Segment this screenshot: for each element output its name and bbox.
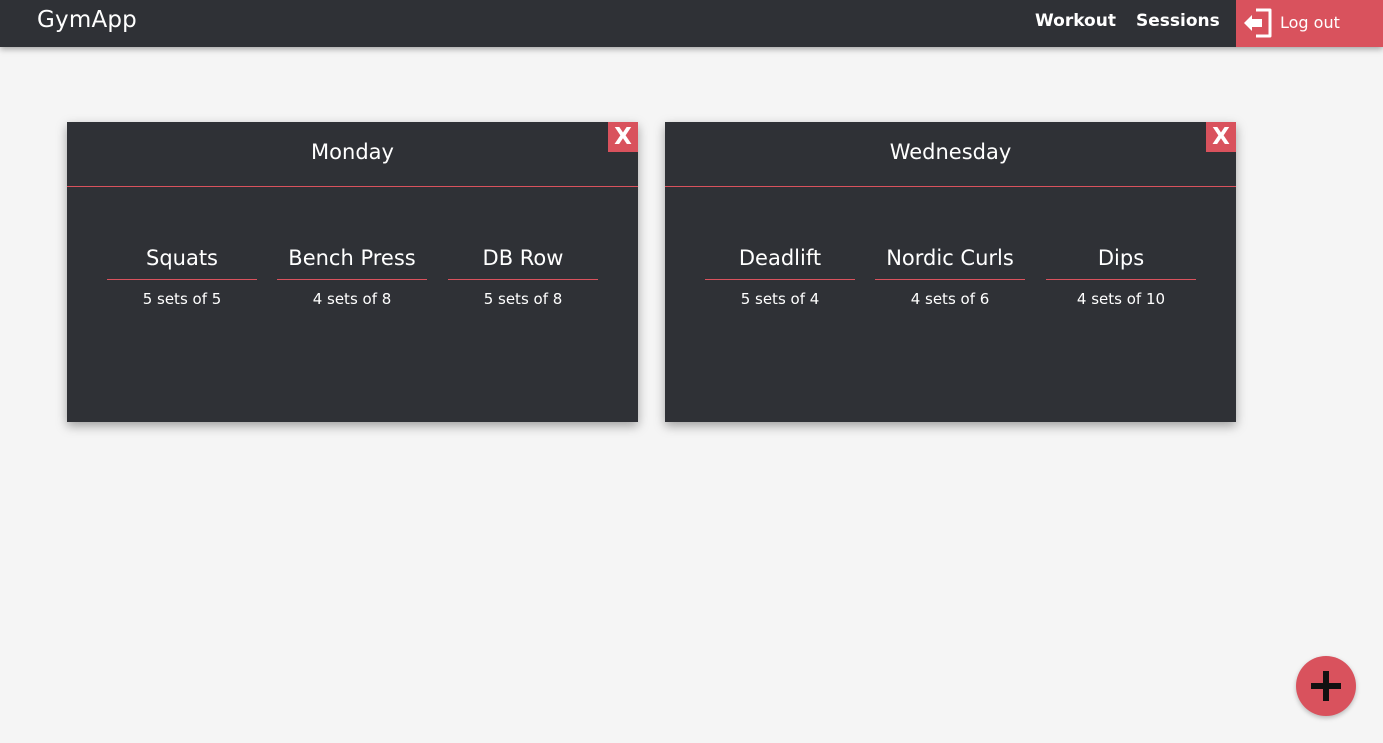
- workout-card-wednesday: Wednesday X Deadlift 5 sets of 4 Nordic …: [665, 122, 1236, 422]
- exercise-sets: 4 sets of 8: [312, 290, 392, 308]
- exercise-sets: 4 sets of 6: [910, 290, 990, 308]
- sign-out-icon: [1244, 8, 1272, 38]
- exercise-item: Bench Press 4 sets of 8: [277, 246, 427, 308]
- exercise-sets: 5 sets of 5: [142, 290, 222, 308]
- exercise-name: DB Row: [448, 246, 598, 280]
- exercise-name: Nordic Curls: [875, 246, 1025, 280]
- exercise-item: DB Row 5 sets of 8: [448, 246, 598, 308]
- exercise-sets: 5 sets of 4: [740, 290, 820, 308]
- nav-link-sessions[interactable]: Sessions: [1136, 11, 1220, 31]
- exercise-sets: 5 sets of 8: [483, 290, 563, 308]
- card-header: Monday: [67, 122, 638, 187]
- workout-day-title: Monday: [311, 140, 394, 164]
- add-workout-button[interactable]: [1296, 656, 1356, 716]
- workout-day-title: Wednesday: [889, 140, 1012, 164]
- exercise-item: Nordic Curls 4 sets of 6: [875, 246, 1025, 308]
- exercise-item: Dips 4 sets of 10: [1046, 246, 1196, 308]
- delete-workout-button[interactable]: X: [608, 122, 638, 152]
- card-header: Wednesday: [665, 122, 1236, 187]
- exercise-name: Squats: [107, 246, 257, 280]
- exercise-name: Bench Press: [277, 246, 427, 280]
- exercise-item: Squats 5 sets of 5: [107, 246, 257, 308]
- logout-button[interactable]: Log out: [1236, 0, 1383, 47]
- workout-card-monday: Monday X Squats 5 sets of 5 Bench Press …: [67, 122, 638, 422]
- nav-link-workout[interactable]: Workout: [1035, 11, 1116, 31]
- exercise-sets: 4 sets of 10: [1076, 290, 1166, 308]
- logout-label: Log out: [1280, 13, 1340, 32]
- top-navbar: GymApp Workout Sessions Log out: [0, 0, 1383, 47]
- delete-workout-button[interactable]: X: [1206, 122, 1236, 152]
- exercise-item: Deadlift 5 sets of 4: [705, 246, 855, 308]
- app-brand[interactable]: GymApp: [37, 7, 137, 33]
- exercise-name: Deadlift: [705, 246, 855, 280]
- exercise-name: Dips: [1046, 246, 1196, 280]
- plus-icon: [1311, 671, 1341, 701]
